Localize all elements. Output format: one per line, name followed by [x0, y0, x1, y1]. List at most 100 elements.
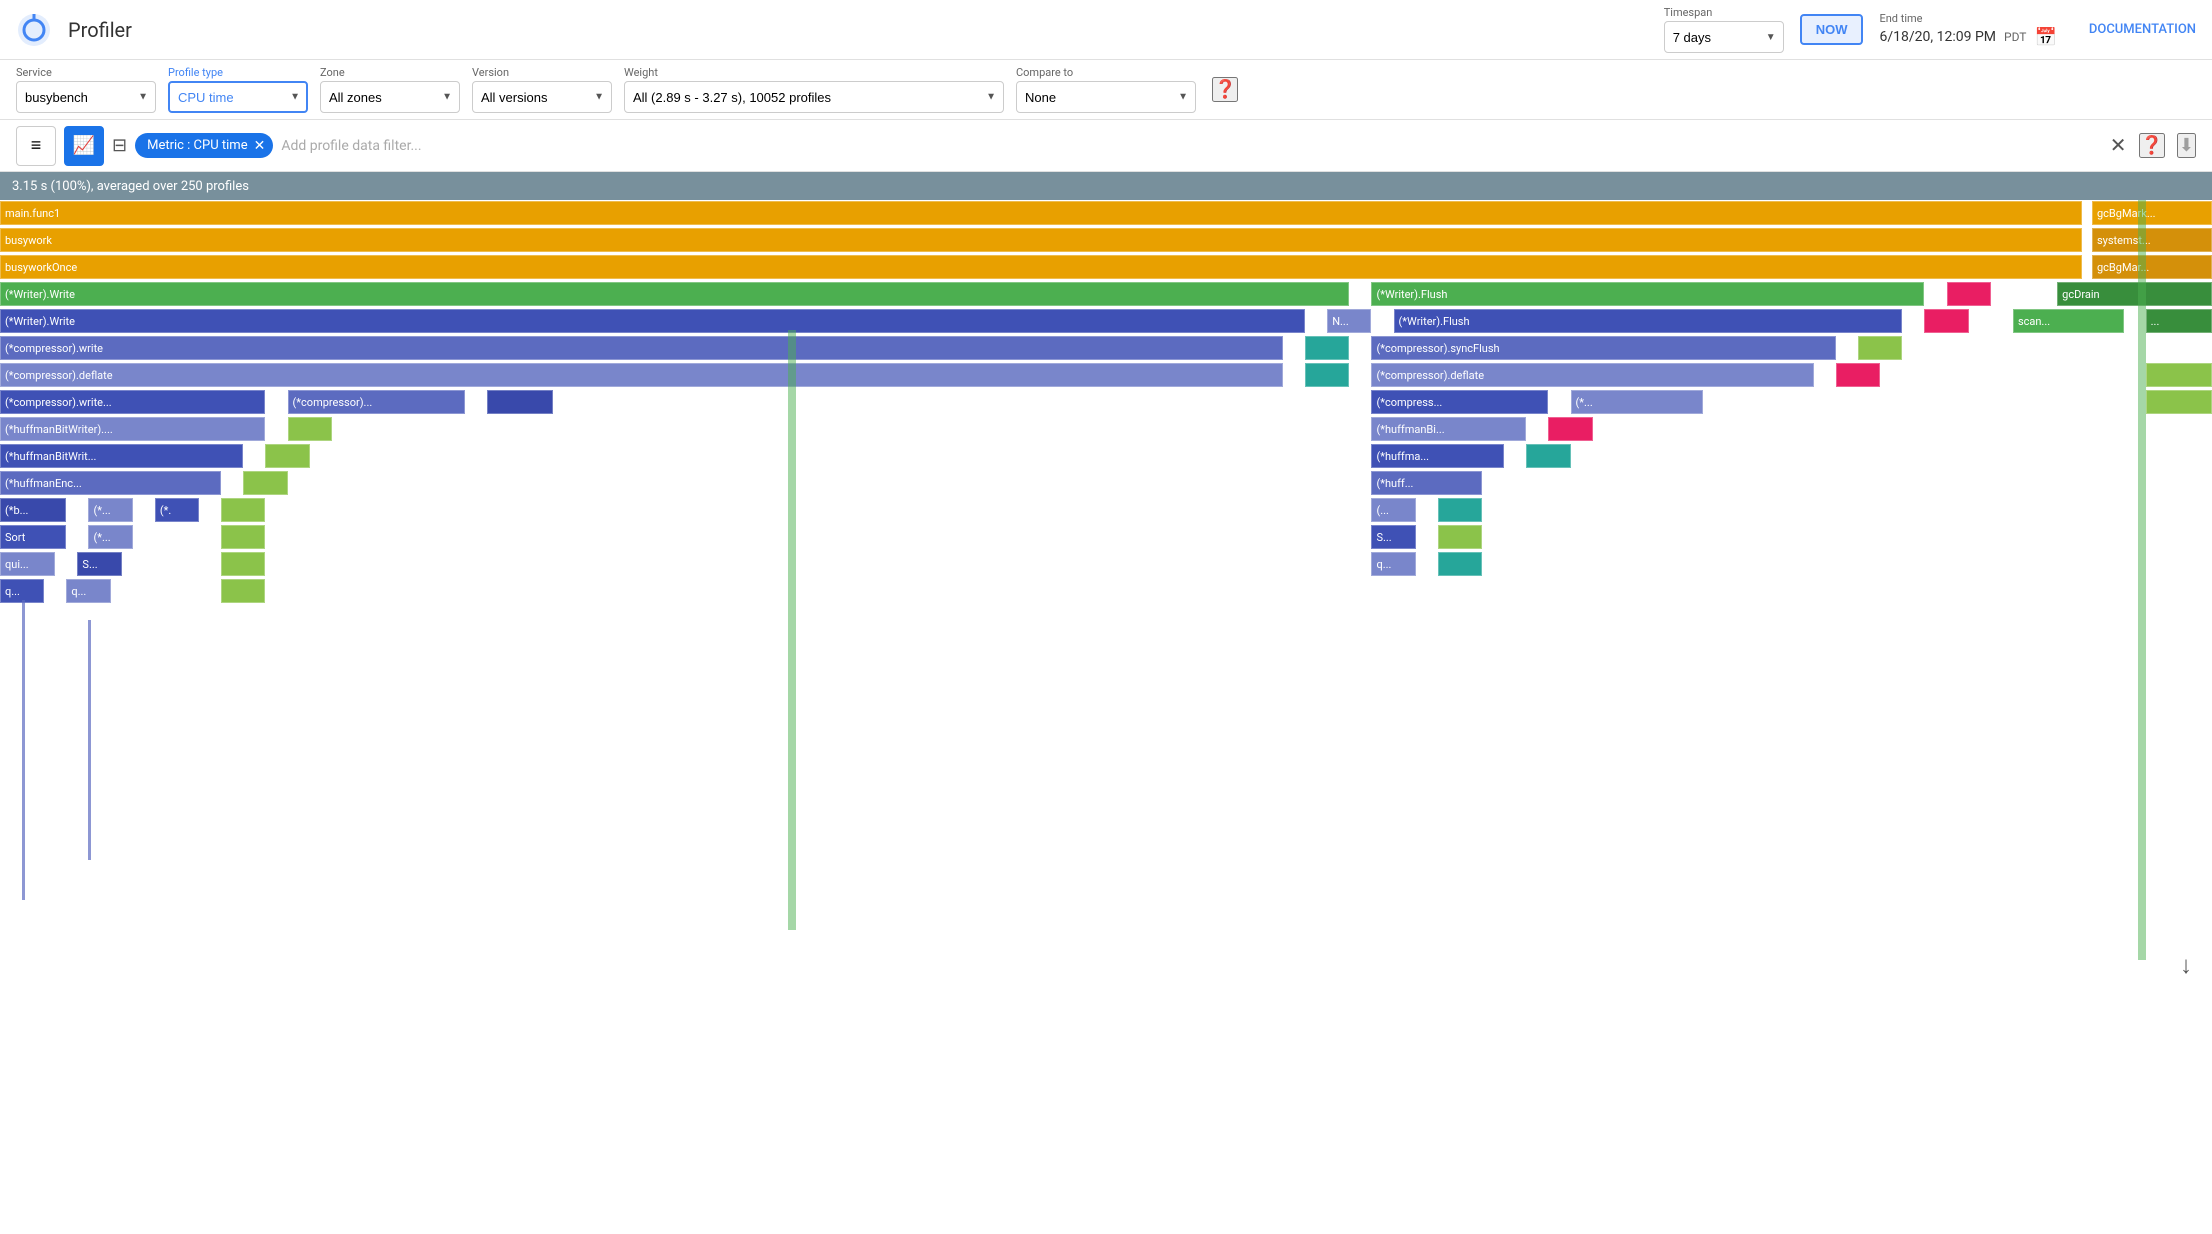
list-item[interactable]: (*compressor).write... [0, 390, 265, 414]
list-view-button[interactable]: ≡ [16, 126, 56, 166]
calendar-button[interactable]: 📅 [2034, 27, 2056, 48]
list-item[interactable] [243, 471, 287, 495]
list-item[interactable]: busywork [0, 228, 2082, 252]
list-item[interactable]: (*compressor)... [288, 390, 465, 414]
table-row: (*Writer).Write (*Writer).Flush gcDrain [0, 281, 2212, 307]
timespan-select[interactable]: 7 days [1664, 21, 1784, 53]
table-row: busywork systemst... [0, 227, 2212, 253]
service-label: Service [16, 66, 156, 79]
list-item[interactable]: main.func1 [0, 201, 2082, 225]
list-item[interactable]: N... [1327, 309, 1371, 333]
list-item[interactable]: S... [77, 552, 121, 576]
list-item[interactable]: S... [1371, 525, 1415, 549]
list-item[interactable] [1438, 498, 1482, 522]
list-item[interactable]: systemst... [2092, 228, 2212, 252]
list-item[interactable] [1858, 336, 1902, 360]
list-item[interactable]: busyworkOnce [0, 255, 2082, 279]
weight-select[interactable]: All (2.89 s - 3.27 s), 10052 profiles [624, 81, 1004, 113]
table-row: (*compressor).write (*compressor).syncFl… [0, 335, 2212, 361]
list-item[interactable] [221, 525, 265, 549]
list-item[interactable]: (*compressor).write [0, 336, 1283, 360]
table-row: qui... S... q... [0, 551, 2212, 577]
end-time-label: End time [1879, 12, 2056, 25]
list-item[interactable] [221, 552, 265, 576]
filter-placeholder[interactable]: Add profile data filter... [281, 138, 1187, 154]
scroll-down-icon[interactable]: ↓ [2180, 951, 2192, 980]
list-item[interactable] [1836, 363, 1880, 387]
mid-green-bar [788, 330, 796, 930]
list-item[interactable]: (*huffma... [1371, 444, 1504, 468]
list-item[interactable] [1305, 363, 1349, 387]
chart-view-button[interactable]: 📈 [64, 126, 104, 166]
list-item[interactable] [1548, 417, 1592, 441]
list-item[interactable] [487, 390, 553, 414]
list-item[interactable]: ... [2146, 309, 2212, 333]
profile-type-label: Profile type [168, 66, 308, 79]
list-item[interactable]: scan... [2013, 309, 2124, 333]
list-item[interactable]: (*compressor).syncFlush [1371, 336, 1836, 360]
list-item[interactable] [1526, 444, 1570, 468]
table-row: (*Writer).Write N... (*Writer).Flush sca… [0, 308, 2212, 334]
list-item[interactable] [288, 417, 332, 441]
chart-icon: 📈 [73, 135, 95, 156]
list-item[interactable]: (*... [88, 525, 132, 549]
service-dropdown: Service busybench [16, 66, 156, 113]
list-item[interactable]: (*... [1571, 390, 1704, 414]
list-item[interactable] [1947, 282, 1991, 306]
profile-type-select[interactable]: CPU time [168, 81, 308, 113]
list-item[interactable] [2146, 363, 2212, 387]
list-item[interactable]: (*b... [0, 498, 66, 522]
list-item[interactable]: q... [1371, 552, 1415, 576]
toolbar-help-button[interactable]: ❓ [2139, 133, 2165, 158]
list-item[interactable]: (*Writer).Write [0, 309, 1305, 333]
list-item[interactable]: gcBgMark... [2092, 201, 2212, 225]
download-button[interactable]: ⬇ [2177, 133, 2196, 158]
timespan-control: Timespan 7 days [1664, 6, 1784, 53]
list-item[interactable] [1438, 525, 1482, 549]
list-item[interactable]: (*Writer).Write [0, 282, 1349, 306]
list-item[interactable] [1305, 336, 1349, 360]
filter-button[interactable]: ⊟ [112, 135, 127, 156]
list-item[interactable]: (*compressor).deflate [1371, 363, 1813, 387]
list-item[interactable]: (*Writer).Flush [1394, 309, 1903, 333]
list-item[interactable] [221, 579, 265, 603]
profile-type-dropdown: Profile type CPU time [168, 66, 308, 113]
compare-select[interactable]: None [1016, 81, 1196, 113]
list-item[interactable] [2146, 390, 2212, 414]
list-item[interactable]: q... [66, 579, 110, 603]
filter-chip-close[interactable]: ✕ [254, 137, 266, 154]
list-item[interactable]: gcDrain [2057, 282, 2212, 306]
timezone-label: PDT [2004, 30, 2026, 44]
zone-select[interactable]: All zones [320, 81, 460, 113]
list-item[interactable]: gcBgMar... [2092, 255, 2212, 279]
list-item[interactable]: (*Writer).Flush [1371, 282, 1924, 306]
service-select[interactable]: busybench [16, 81, 156, 113]
list-item[interactable]: (*. [155, 498, 199, 522]
list-item[interactable]: (*huffmanBi... [1371, 417, 1526, 441]
list-item[interactable]: (*compressor).deflate [0, 363, 1283, 387]
list-item[interactable]: (*... [88, 498, 132, 522]
list-item[interactable]: (... [1371, 498, 1415, 522]
list-item[interactable]: Sort [0, 525, 66, 549]
list-item[interactable] [1924, 309, 1968, 333]
list-item[interactable]: qui... [0, 552, 55, 576]
toolbar: ≡ 📈 ⊟ Metric : CPU time ✕ Add profile da… [0, 120, 2212, 172]
list-icon: ≡ [31, 135, 42, 156]
compare-help-button[interactable]: ❓ [1212, 77, 1238, 102]
now-button[interactable]: NOW [1800, 14, 1864, 45]
list-item[interactable] [221, 498, 265, 522]
list-item[interactable]: (*huffmanEnc... [0, 471, 221, 495]
list-item[interactable] [265, 444, 309, 468]
version-select[interactable]: All versions [472, 81, 612, 113]
list-item[interactable]: (*huffmanBitWrit... [0, 444, 243, 468]
version-dropdown: Version All versions [472, 66, 612, 113]
documentation-link[interactable]: DOCUMENTATION [2089, 22, 2196, 37]
list-item[interactable]: (*huffmanBitWriter).... [0, 417, 265, 441]
list-item[interactable]: (*huff... [1371, 471, 1482, 495]
list-item[interactable]: (*compress... [1371, 390, 1548, 414]
table-row: (*huffmanEnc... (*huff... [0, 470, 2212, 496]
clear-filters-button[interactable]: ✕ [2110, 133, 2127, 158]
table-row: (*huffmanBitWriter).... (*huffmanBi... [0, 416, 2212, 442]
right-green-bar [2138, 200, 2146, 960]
list-item[interactable] [1438, 552, 1482, 576]
